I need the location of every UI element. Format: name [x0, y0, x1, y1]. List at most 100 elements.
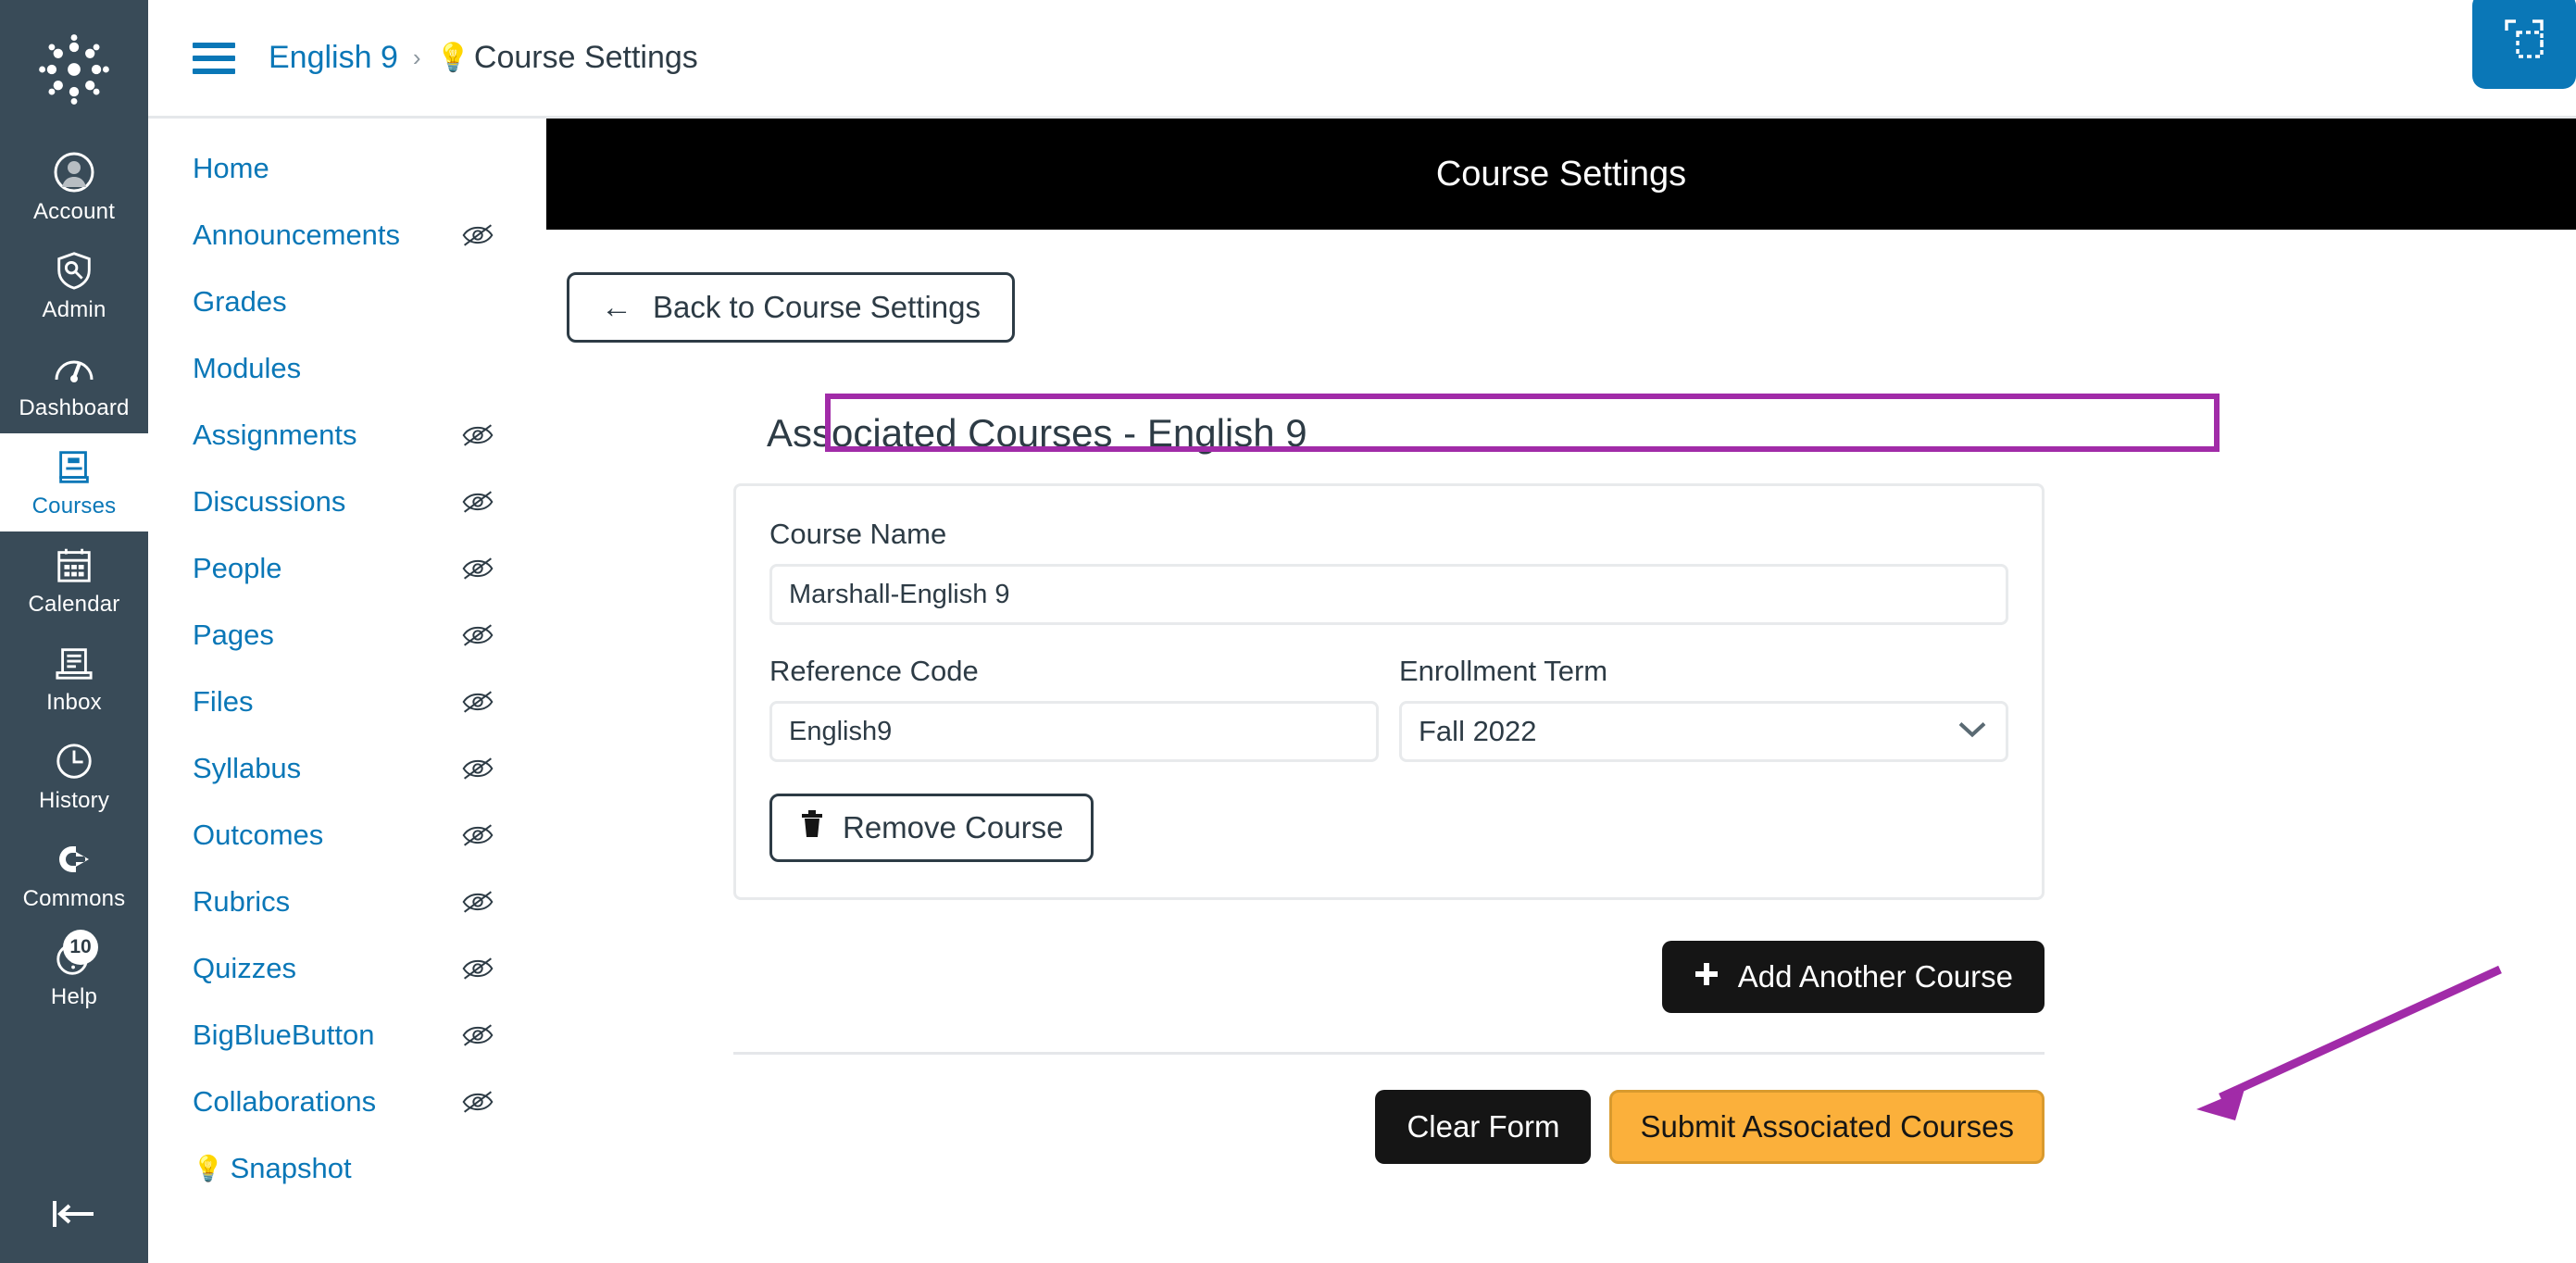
page-container: English 9 › 💡 Course Settings Home Annou…	[148, 0, 2576, 1263]
admin-shield-icon	[48, 246, 100, 294]
course-nav-item-files[interactable]: Files	[148, 669, 546, 735]
reference-code-label: Reference Code	[769, 655, 1379, 688]
global-nav-item-calendar[interactable]: Calendar	[0, 531, 148, 630]
submit-row: Clear Form Submit Associated Courses	[732, 1090, 2046, 1164]
back-to-course-settings-button[interactable]: ← Back to Course Settings	[567, 272, 1015, 343]
reference-code-input[interactable]	[769, 701, 1379, 762]
global-nav-item-admin[interactable]: Admin	[0, 237, 148, 335]
enrollment-term-value: Fall 2022	[1419, 715, 1537, 748]
course-nav-item-modules[interactable]: Modules	[148, 335, 546, 402]
global-nav-label: Calendar	[29, 591, 120, 619]
help-question-icon: 10	[48, 933, 100, 982]
breadcrumb-current-label: Course Settings	[474, 40, 698, 76]
clear-form-button[interactable]: Clear Form	[1375, 1090, 1591, 1164]
hidden-eye-slash-icon	[461, 690, 494, 714]
inbox-icon	[48, 639, 100, 687]
global-nav-label: Help	[51, 983, 97, 1011]
enrollment-term-field-group: Enrollment Term Fall 2022	[1399, 655, 2008, 762]
canvas-app-window: Account Admin Dashboard	[0, 0, 2576, 1263]
hidden-eye-slash-icon	[461, 490, 494, 514]
global-nav-item-history[interactable]: History	[0, 728, 148, 826]
global-nav-label: Account	[33, 198, 115, 226]
course-nav-item-grades[interactable]: Grades	[148, 269, 546, 335]
canvas-logo[interactable]	[0, 0, 148, 139]
course-nav-item-assignments[interactable]: Assignments	[148, 402, 546, 469]
associated-courses-form: Associated Courses - English 9 Course Na…	[732, 387, 2046, 1164]
global-nav-item-help[interactable]: 10 Help	[0, 924, 148, 1022]
course-nav-item-home[interactable]: Home	[148, 135, 546, 202]
course-nav-item-snapshot[interactable]: 💡 Snapshot	[148, 1135, 546, 1202]
global-nav-item-courses[interactable]: Courses	[0, 433, 148, 531]
breadcrumb-current-page: 💡 Course Settings	[436, 40, 698, 76]
course-nav-item-discussions[interactable]: Discussions	[148, 469, 546, 535]
lightbulb-icon: 💡	[193, 1154, 224, 1183]
hidden-eye-slash-icon	[461, 957, 494, 981]
course-nav-label: Snapshot	[231, 1152, 352, 1185]
course-entry-card: Course Name Reference Code Enrollment Te…	[733, 483, 2045, 900]
calendar-icon	[48, 541, 100, 589]
global-nav-item-commons[interactable]: Commons	[0, 826, 148, 924]
course-nav-item-syllabus[interactable]: Syllabus	[148, 735, 546, 802]
course-nav-item-bigbluebutton[interactable]: BigBlueButton	[148, 1002, 546, 1069]
course-nav-label: Assignments	[193, 419, 356, 452]
hidden-eye-slash-icon	[461, 823, 494, 847]
breadcrumb-course-link[interactable]: English 9	[269, 40, 398, 76]
hidden-eye-slash-icon	[461, 623, 494, 647]
course-nav-item-rubrics[interactable]: Rubrics	[148, 869, 546, 935]
hidden-eye-slash-icon	[461, 1023, 494, 1047]
hidden-eye-slash-icon	[461, 423, 494, 447]
course-nav-item-announcements[interactable]: Announcements	[148, 202, 546, 269]
course-nav-item-collaborations[interactable]: Collaborations	[148, 1069, 546, 1135]
code-term-row: Reference Code Enrollment Term Fall 2022	[769, 655, 2008, 762]
add-another-course-label: Add Another Course	[1738, 959, 2013, 994]
course-nav-label: Quizzes	[193, 952, 296, 985]
global-nav-label: Commons	[23, 885, 126, 913]
account-icon	[48, 148, 100, 196]
collapse-left-arrow-icon[interactable]	[0, 1174, 148, 1263]
course-name-field-group: Course Name	[769, 518, 2008, 625]
global-nav-item-inbox[interactable]: Inbox	[0, 630, 148, 728]
screenshot-capture-icon	[2499, 14, 2549, 69]
hidden-eye-slash-icon	[461, 757, 494, 781]
plus-icon	[1694, 959, 1719, 994]
add-course-row: Add Another Course	[732, 941, 2046, 1013]
course-navigation: Home Announcements Grades Modules	[148, 119, 546, 1263]
course-nav-item-outcomes[interactable]: Outcomes	[148, 802, 546, 869]
main-content: Course Settings ← Back to Course Setting…	[546, 119, 2576, 1263]
hamburger-menu-icon[interactable]	[193, 43, 235, 74]
back-button-label: Back to Course Settings	[653, 290, 981, 325]
enrollment-term-select[interactable]: Fall 2022	[1399, 701, 2008, 762]
course-nav-label: Pages	[193, 619, 274, 652]
screenshot-capture-button[interactable]	[2472, 0, 2576, 89]
remove-course-button[interactable]: Remove Course	[769, 794, 1094, 862]
global-nav-item-dashboard[interactable]: Dashboard	[0, 335, 148, 433]
course-nav-label: Home	[193, 152, 269, 185]
course-nav-label: Announcements	[193, 219, 400, 252]
course-nav-item-quizzes[interactable]: Quizzes	[148, 935, 546, 1002]
enrollment-term-label: Enrollment Term	[1399, 655, 2008, 688]
global-nav-item-account[interactable]: Account	[0, 139, 148, 237]
left-arrow-icon: ←	[601, 292, 632, 323]
hidden-eye-slash-icon	[461, 556, 494, 581]
course-nav-item-people[interactable]: People	[148, 535, 546, 602]
hidden-eye-slash-icon	[461, 1090, 494, 1114]
reference-code-field-group: Reference Code	[769, 655, 1379, 762]
hidden-eye-slash-icon	[461, 890, 494, 914]
courses-book-icon	[48, 443, 100, 491]
course-name-input[interactable]	[769, 564, 2008, 625]
dashboard-gauge-icon	[48, 344, 100, 393]
global-navigation: Account Admin Dashboard	[0, 0, 148, 1263]
content-inner: ← Back to Course Settings Associated Cou…	[546, 230, 2576, 1263]
course-nav-label: Outcomes	[193, 819, 323, 852]
page-title: Course Settings	[1436, 155, 1686, 194]
course-nav-label-snapshot: 💡 Snapshot	[193, 1152, 352, 1185]
course-nav-label: Rubrics	[193, 885, 290, 919]
history-clock-icon	[48, 737, 100, 785]
course-nav-item-pages[interactable]: Pages	[148, 602, 546, 669]
course-nav-label: Collaborations	[193, 1085, 376, 1119]
add-another-course-button[interactable]: Add Another Course	[1662, 941, 2045, 1013]
hidden-eye-slash-icon	[461, 223, 494, 247]
submit-associated-courses-button[interactable]: Submit Associated Courses	[1609, 1090, 2045, 1164]
course-name-label: Course Name	[769, 518, 2008, 551]
help-notification-badge: 10	[63, 930, 98, 965]
